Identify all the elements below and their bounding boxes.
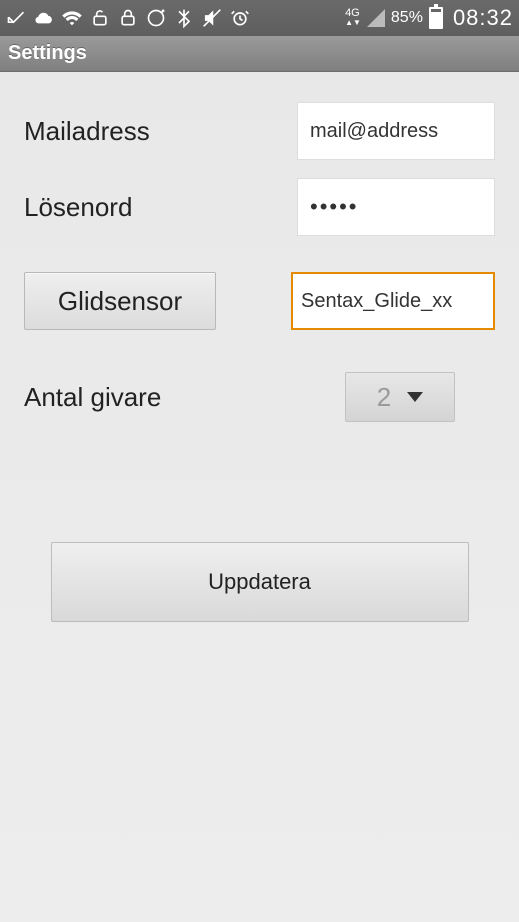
password-label: Lösenord [24, 192, 297, 223]
password-field[interactable]: ••••• [297, 178, 495, 236]
signal-icon [367, 9, 385, 27]
glidsensor-button[interactable]: Glidsensor [24, 272, 216, 330]
givare-spinner[interactable]: 2 [345, 372, 455, 422]
cloud-icon [34, 8, 54, 28]
clock: 08:32 [453, 5, 513, 31]
volvo-icon [146, 8, 166, 28]
battery-percent: 85% [391, 9, 423, 27]
glidsensor-value: Sentax_Glide_xx [301, 290, 452, 313]
status-bar: 4G▲▼ 85% 08:32 [0, 0, 519, 36]
battery-icon [429, 7, 443, 29]
email-label: Mailadress [24, 116, 297, 147]
bluetooth-icon [174, 8, 194, 28]
lock-icon [118, 8, 138, 28]
givare-value: 2 [377, 382, 391, 413]
email-field[interactable]: mail@address [297, 102, 495, 160]
alarm-icon [230, 8, 250, 28]
email-value: mail@address [310, 120, 438, 143]
wifi-icon [62, 8, 82, 28]
app-bar: Settings [0, 36, 519, 72]
update-button[interactable]: Uppdatera [51, 542, 469, 622]
update-button-label: Uppdatera [208, 569, 311, 595]
network-type: 4G▲▼ [345, 9, 361, 27]
page-title: Settings [8, 42, 87, 65]
givare-label: Antal givare [24, 382, 345, 413]
glidsensor-field[interactable]: Sentax_Glide_xx [291, 272, 495, 330]
settings-form: Mailadress mail@address Lösenord ••••• G… [0, 72, 519, 642]
missed-call-icon [6, 8, 26, 28]
chevron-down-icon [407, 392, 423, 402]
mute-icon [202, 8, 222, 28]
unlock-icon [90, 8, 110, 28]
password-value: ••••• [310, 194, 359, 220]
glidsensor-button-label: Glidsensor [58, 286, 182, 317]
